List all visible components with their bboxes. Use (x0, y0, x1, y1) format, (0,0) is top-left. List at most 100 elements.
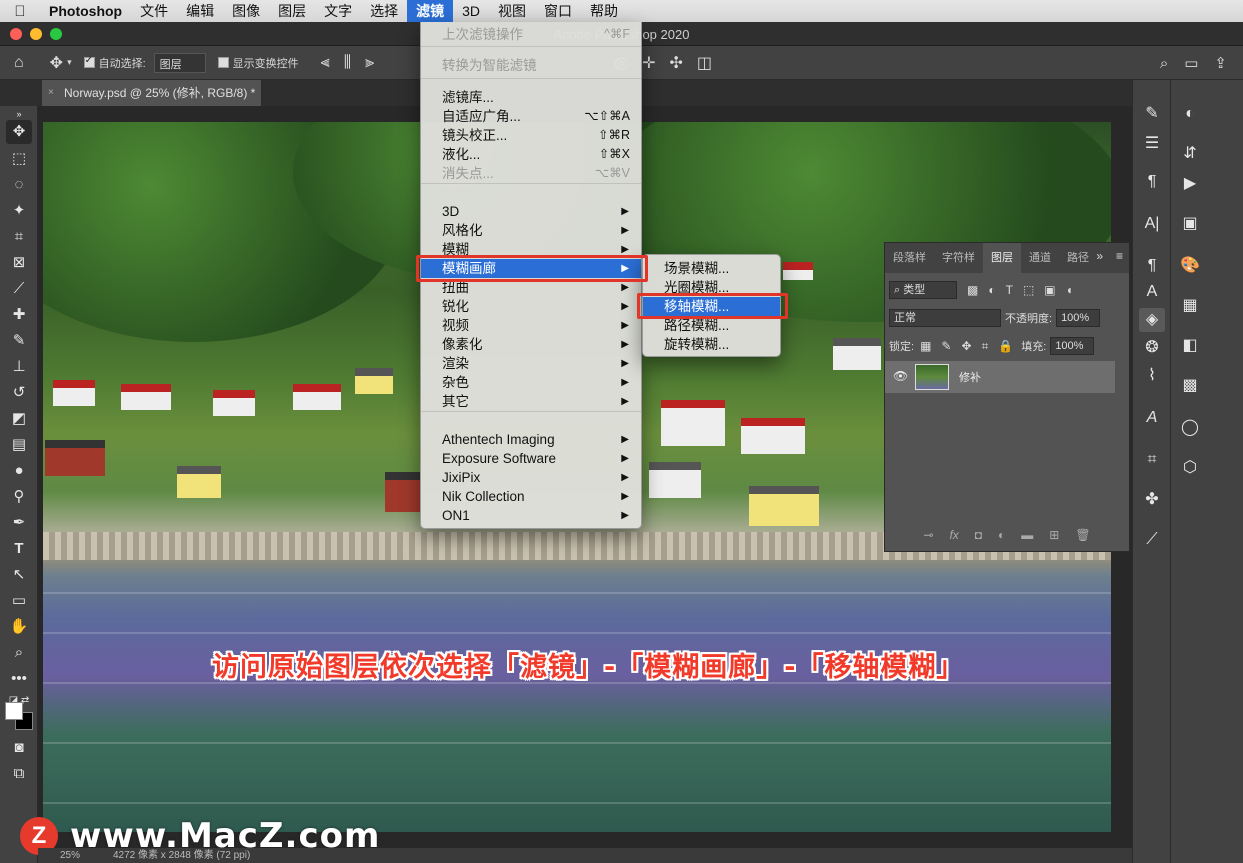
blur-submenu-item[interactable]: 场景模糊... (643, 259, 780, 278)
color-palette-icon[interactable]: 🎨 (1177, 254, 1203, 278)
filter-menu-item[interactable]: Athentech Imaging ▶ (421, 430, 641, 449)
filter-menu-item[interactable]: 镜头校正... ⇧⌘R (421, 126, 641, 145)
layers-panel-tab[interactable]: 段落样 (885, 243, 934, 273)
pen-tool-icon[interactable]: ✒ (6, 511, 32, 535)
gradients-icon[interactable]: ◧ (1177, 334, 1203, 358)
align-left-icon[interactable]: ⫷ (321, 54, 330, 72)
healing-brush-tool-icon[interactable]: ✚ (6, 303, 32, 327)
learn-lightbulb-icon[interactable]: ◯ (1177, 416, 1203, 440)
menubar-item-11[interactable]: 帮助 (581, 0, 627, 22)
brush-settings-icon[interactable]: ✎ (1139, 102, 1165, 126)
auto-select-dropdown[interactable]: 图层 (153, 52, 206, 73)
opacity-input[interactable]: 100% (1056, 309, 1101, 327)
magic-wand-tool-icon[interactable]: ✦ (6, 199, 32, 223)
clone-stamp-tool-icon[interactable]: ⊥ (6, 355, 32, 379)
more-tools-icon[interactable]: ••• (6, 667, 32, 691)
filter-pixel-icon[interactable]: ▩ (967, 283, 978, 297)
filter-shape-icon[interactable]: ⬚ (1023, 283, 1034, 297)
close-tab-icon[interactable]: × (48, 80, 54, 106)
share-icon[interactable]: ⇪ (1214, 54, 1227, 72)
layer-visibility-eye-icon[interactable]: 👁 (893, 369, 908, 383)
menubar-item-10[interactable]: 窗口 (535, 0, 581, 22)
swatches-grid-icon[interactable]: ▦ (1177, 294, 1203, 318)
menubar-item-4[interactable]: 图层 (269, 0, 315, 22)
link-layers-icon[interactable]: ⊸ (923, 528, 933, 542)
layer-style-fx-icon[interactable]: fx (949, 528, 958, 542)
properties-sliders-icon[interactable]: ☰ (1139, 132, 1165, 156)
filter-menu-item[interactable]: 像素化 ▶ (421, 335, 641, 354)
workspace-icon[interactable]: ▭ (1184, 54, 1198, 72)
path-selection-tool-icon[interactable]: ↖ (6, 563, 32, 587)
align-center-icon[interactable]: ⫼ (344, 54, 351, 72)
crop-icon[interactable]: ⌗ (1139, 448, 1165, 472)
character-styles-icon[interactable]: A (1139, 280, 1165, 304)
lock-artboard-icon[interactable]: ⌗ (982, 339, 989, 354)
blur-tool-icon[interactable]: ● (6, 459, 32, 483)
zoom-level[interactable]: 25% (60, 848, 80, 863)
character-icon[interactable]: A| (1139, 212, 1165, 236)
history-brush-tool-icon[interactable]: ↺ (6, 381, 32, 405)
3d-pan-icon[interactable]: ✛ (642, 53, 655, 73)
filter-menu-item[interactable]: 视频 ▶ (421, 316, 641, 335)
quick-mask-icon[interactable]: ◙ (6, 736, 32, 760)
hand-tool-icon[interactable]: ✋ (6, 615, 32, 639)
filter-menu-item[interactable]: JixiPix ▶ (421, 468, 641, 487)
libraries-icon[interactable]: ▣ (1177, 212, 1203, 236)
blend-mode-dropdown[interactable]: 正常 (889, 309, 1001, 327)
new-adjustment-layer-icon[interactable]: ◐ (998, 528, 1005, 542)
toolbar-collapse-icon[interactable]: » (6, 108, 32, 120)
home-icon[interactable]: ⌂ (14, 54, 24, 72)
eyedropper-tool-icon[interactable]: ⟋ (6, 277, 32, 301)
filter-toggle-icon[interactable]: ◖ (1066, 283, 1073, 297)
3d-slide-icon[interactable]: ✣ (669, 53, 682, 73)
menubar-item-1[interactable]: 文件 (131, 0, 177, 22)
zoom-tool-icon[interactable]: ⌕ (6, 641, 32, 665)
blur-submenu-item[interactable]: 旋转模糊... (643, 335, 780, 354)
screen-mode-icon[interactable]: ⧉ (6, 762, 32, 786)
crop-tool-icon[interactable]: ⌗ (6, 225, 32, 249)
lock-transparent-icon[interactable]: ▦ (920, 339, 931, 353)
patterns-icon[interactable]: ▩ (1177, 374, 1203, 398)
move-tool-icon[interactable]: ✥ (6, 120, 32, 144)
paragraph-styles-icon[interactable]: ¶ (1139, 254, 1165, 278)
brush-tool-icon[interactable]: ✎ (6, 329, 32, 353)
channels-icon[interactable]: ❂ (1139, 336, 1165, 360)
document-tab[interactable]: × Norway.psd @ 25% (修补, RGB/8) * (42, 80, 262, 106)
filter-menu-item[interactable]: 3D ▶ (421, 202, 641, 221)
filter-menu-item[interactable]: 渲染 ▶ (421, 354, 641, 373)
gradient-tool-icon[interactable]: ▤ (6, 433, 32, 457)
menubar-item-6[interactable]: 选择 (361, 0, 407, 22)
filter-menu-item[interactable]: Exposure Software ▶ (421, 449, 641, 468)
apple-menu-icon[interactable]:  (0, 3, 40, 20)
lock-all-icon[interactable]: 🔒 (998, 339, 1013, 353)
layers-panel-tab[interactable]: 图层 (983, 243, 1021, 273)
show-transform-checkbox[interactable] (217, 57, 229, 68)
adjustments-icon[interactable]: ◐ (1177, 102, 1203, 126)
filter-menu-item[interactable]: 滤镜库... (421, 88, 641, 107)
foreground-color-swatch[interactable] (5, 702, 23, 720)
actions-play-icon[interactable]: ▶ (1177, 172, 1203, 196)
lock-position-icon[interactable]: ✥ (961, 339, 971, 353)
lasso-tool-icon[interactable]: ◌ (6, 173, 32, 197)
filter-menu-item[interactable]: 液化... ⇧⌘X (421, 145, 641, 164)
paths-icon[interactable]: ⌇ (1139, 364, 1165, 388)
new-group-folder-icon[interactable]: ▬ (1021, 528, 1033, 542)
document-info[interactable]: 4272 像素 x 2848 像素 (72 ppi) (113, 848, 250, 863)
dodge-tool-icon[interactable]: ⚲ (6, 485, 32, 509)
rectangle-tool-icon[interactable]: ▭ (6, 589, 32, 613)
filter-menu-item[interactable]: 风格化 ▶ (421, 221, 641, 240)
menubar-item-7[interactable]: 滤镜 (407, 0, 454, 22)
filter-adjustment-icon[interactable]: ◐ (988, 283, 995, 297)
move-tool-icon[interactable]: ✥ (50, 53, 63, 73)
brush-presets-icon[interactable]: ⟋ (1139, 528, 1165, 552)
filter-menu-item[interactable]: 自适应广角... ⌥⇧⌘A (421, 107, 641, 126)
more-tabs-icon[interactable]: » (1096, 249, 1103, 263)
tool-preset-chevron-icon[interactable]: ▾ (67, 57, 72, 68)
delete-layer-trash-icon[interactable]: 🗑 (1075, 528, 1090, 542)
menubar-item-9[interactable]: 视图 (489, 0, 535, 22)
plugins-puzzle-icon[interactable]: ✤ (1139, 488, 1165, 512)
add-mask-icon[interactable]: ◘ (975, 528, 982, 542)
filter-type-icon[interactable]: T (1006, 283, 1013, 297)
menubar-item-0[interactable]: Photoshop (40, 0, 131, 22)
filter-menu-item[interactable]: ON1 ▶ (421, 506, 641, 525)
